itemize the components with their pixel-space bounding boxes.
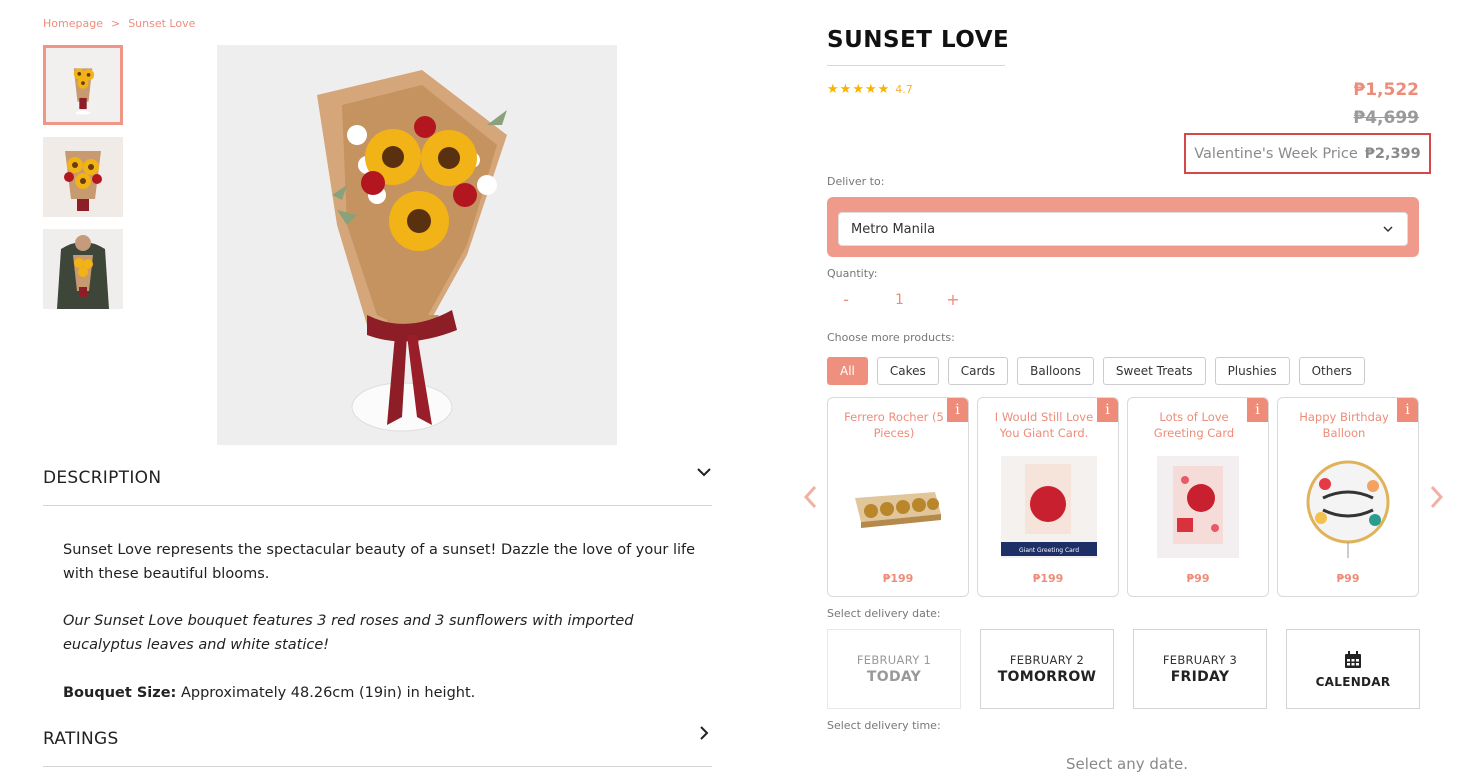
product-filter-tabs: All Cakes Cards Balloons Sweet Treats Pl… [827, 357, 1365, 385]
filter-others[interactable]: Others [1298, 357, 1365, 385]
quantity-stepper: - 1 + [836, 290, 963, 309]
valentine-price-box: Valentine's Week Price ₱2,399 [1184, 133, 1431, 174]
rating-stars: ★ ★ ★ ★ ★ 4.7 [827, 82, 913, 97]
date-day: FRIDAY [1170, 669, 1230, 685]
ratings-header[interactable]: RATINGS [43, 705, 712, 767]
description-paragraph-1: Sunset Love represents the spectacular b… [63, 542, 696, 582]
addon-image [1295, 456, 1401, 558]
filter-all[interactable]: All [827, 357, 868, 385]
star-icon: ★ [839, 82, 852, 97]
size-label: Bouquet Size: [63, 685, 177, 701]
thumbnail-2[interactable] [43, 137, 123, 217]
more-products-label: Choose more products: [827, 331, 955, 344]
thumbnail-3[interactable] [43, 229, 123, 309]
chevron-right-icon[interactable] [1426, 484, 1446, 510]
date-day: TOMORROW [997, 669, 1097, 685]
date-option-tomorrow[interactable]: FEBRUARY 2 TOMORROW [980, 629, 1114, 709]
quantity-label: Quantity: [827, 267, 878, 280]
delivery-time-label: Select delivery time: [827, 719, 941, 732]
description-paragraph-2: Our Sunset Love bouquet features 3 red r… [63, 613, 634, 653]
addon-card-balloon[interactable]: i Happy Birthday Balloon ₱99 [1277, 397, 1419, 597]
location-value: Metro Manila [851, 221, 936, 237]
rating-value: 4.7 [895, 83, 913, 96]
addon-price: ₱199 [882, 572, 914, 585]
description-size: Bouquet Size: Approximately 48.26cm (19i… [63, 681, 703, 705]
date-day: TODAY [866, 669, 922, 685]
quantity-value[interactable]: 1 [856, 292, 943, 308]
valentine-label: Valentine's Week Price [1194, 145, 1358, 162]
addon-name: Happy Birthday Balloon [1299, 410, 1389, 440]
ratings-heading: RATINGS [43, 729, 119, 749]
date-month: FEBRUARY 3 [1162, 653, 1238, 667]
info-icon[interactable]: i [947, 398, 968, 422]
calendar-icon [1345, 650, 1361, 668]
title-divider [827, 65, 1005, 66]
addon-name: Lots of Love Greeting Card [1153, 410, 1235, 440]
quantity-increase-button[interactable]: + [943, 290, 963, 309]
filter-cakes[interactable]: Cakes [876, 357, 939, 385]
addon-card-giant-card[interactable]: i I Would Still Love You Giant Card. Gia… [977, 397, 1119, 597]
filter-balloons[interactable]: Balloons [1017, 357, 1094, 385]
date-option-today[interactable]: FEBRUARY 1 TODAY [827, 629, 961, 709]
filter-cards[interactable]: Cards [947, 357, 1009, 385]
date-month: FEBRUARY 2 [1009, 653, 1085, 667]
chevron-down-icon [1383, 226, 1393, 233]
deliver-to-panel: Metro Manila [827, 197, 1419, 257]
date-option-calendar[interactable]: CALENDAR [1286, 629, 1420, 709]
chevron-down-icon [697, 468, 711, 477]
star-icon: ★ [877, 82, 890, 97]
breadcrumb-separator: > [110, 17, 121, 30]
delivery-date-label: Select delivery date: [827, 607, 941, 620]
addon-image [1145, 456, 1251, 558]
filter-sweet-treats[interactable]: Sweet Treats [1102, 357, 1206, 385]
quantity-decrease-button[interactable]: - [836, 290, 856, 309]
product-title: SUNSET LOVE [827, 27, 1010, 53]
addon-image: Giant Greeting Card [995, 456, 1101, 558]
addon-card-ferrero[interactable]: i Ferrero Rocher (5 Pieces) ₱199 [827, 397, 969, 597]
size-value: Approximately 48.26cm (19in) in height. [176, 685, 476, 701]
date-day: CALENDAR [1315, 674, 1391, 689]
delivery-time-placeholder: Select any date. [1066, 755, 1188, 773]
original-price: ₱4,699 [1353, 108, 1419, 128]
sale-price: ₱1,522 [1353, 80, 1419, 100]
breadcrumb: Homepage > Sunset Love [43, 17, 195, 30]
star-icon: ★ [864, 82, 877, 97]
date-option-friday[interactable]: FEBRUARY 3 FRIDAY [1133, 629, 1267, 709]
thumbnail-1[interactable] [43, 45, 123, 125]
product-main-image [217, 45, 617, 445]
info-icon[interactable]: i [1097, 398, 1118, 422]
chevron-left-icon[interactable] [801, 484, 821, 510]
addon-card-greeting-card[interactable]: i Lots of Love Greeting Card ₱99 [1127, 397, 1269, 597]
filter-plushies[interactable]: Plushies [1214, 357, 1290, 385]
chevron-right-icon [700, 726, 709, 740]
breadcrumb-home[interactable]: Homepage [43, 17, 103, 30]
addon-price: ₱99 [1336, 572, 1360, 585]
info-icon[interactable]: i [1397, 398, 1418, 422]
valentine-price: ₱2,399 [1364, 145, 1421, 162]
addon-image [845, 456, 951, 558]
star-icon: ★ [852, 82, 864, 97]
date-month: FEBRUARY 1 [856, 653, 932, 667]
addon-price: ₱99 [1186, 572, 1210, 585]
addon-price: ₱199 [1032, 572, 1064, 585]
description-header[interactable]: DESCRIPTION [43, 444, 712, 506]
addon-name: I Would Still Love You Giant Card. [994, 410, 1094, 440]
deliver-to-label: Deliver to: [827, 175, 885, 188]
addon-name: Ferrero Rocher (5 Pieces) [844, 410, 944, 440]
breadcrumb-current[interactable]: Sunset Love [128, 17, 195, 30]
description-heading: DESCRIPTION [43, 468, 162, 488]
card-caption: Giant Greeting Card [1019, 547, 1079, 554]
location-select[interactable]: Metro Manila [838, 212, 1408, 246]
info-icon[interactable]: i [1247, 398, 1268, 422]
star-icon: ★ [827, 82, 839, 97]
